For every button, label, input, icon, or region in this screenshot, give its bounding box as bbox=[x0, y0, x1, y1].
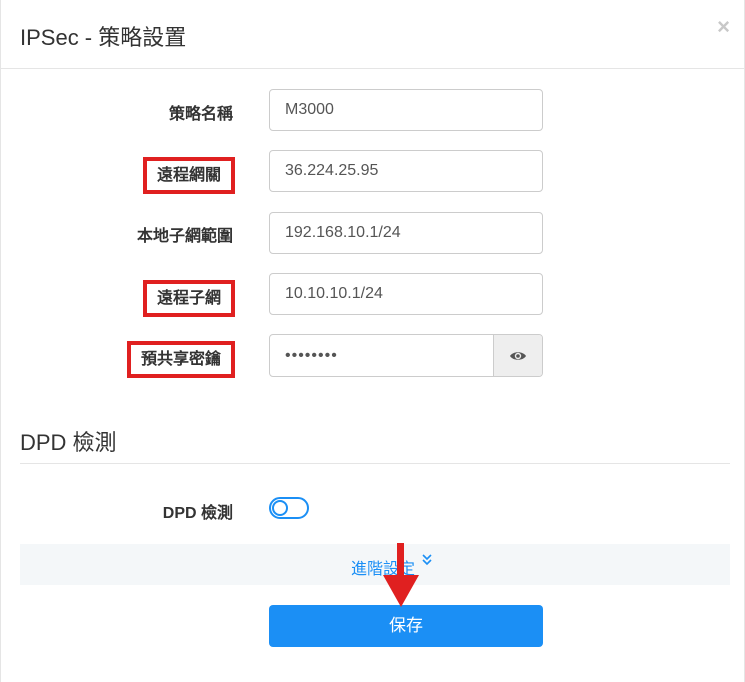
ipsec-policy-dialog: IPSec - 策略設置 × 策略名稱 M3000 遠程網關 36.224.25… bbox=[0, 0, 745, 682]
advanced-settings-bar: 進階設定 bbox=[20, 544, 730, 585]
save-button[interactable]: 保存 bbox=[269, 605, 543, 647]
policy-name-label-text: 策略名稱 bbox=[168, 106, 233, 123]
dialog-header: IPSec - 策略設置 × bbox=[1, 0, 745, 69]
annotation-arrow-icon bbox=[383, 543, 419, 607]
section-divider bbox=[20, 463, 730, 464]
dialog-title: IPSec - 策略設置 bbox=[20, 25, 187, 50]
preshared-key-input[interactable]: •••••••• bbox=[270, 335, 493, 376]
local-subnet-label: 本地子網範圍 bbox=[1, 222, 233, 246]
double-chevron-down-icon[interactable] bbox=[422, 553, 432, 570]
policy-name-label: 策略名稱 bbox=[1, 100, 233, 124]
remote-subnet-label-text: 遠程子網 bbox=[142, 280, 236, 317]
dpd-toggle-knob bbox=[272, 500, 288, 516]
dpd-label-text: DPD 檢測 bbox=[162, 505, 233, 522]
dpd-section-title: DPD 檢測 bbox=[20, 430, 117, 455]
dpd-label: DPD 檢測 bbox=[1, 499, 233, 523]
preshared-key-field: •••••••• bbox=[269, 334, 543, 377]
remote-subnet-label: 遠程子網 bbox=[1, 280, 236, 317]
local-subnet-label-text: 本地子網範圍 bbox=[136, 228, 233, 245]
preshared-key-label-text: 預共享密鑰 bbox=[126, 341, 236, 378]
local-subnet-input[interactable]: 192.168.10.1/24 bbox=[269, 212, 543, 254]
remote-subnet-input[interactable]: 10.10.10.1/24 bbox=[269, 273, 543, 315]
show-password-button[interactable] bbox=[493, 335, 542, 376]
policy-name-input[interactable]: M3000 bbox=[269, 89, 543, 131]
dpd-toggle[interactable] bbox=[269, 497, 309, 519]
eye-icon bbox=[510, 351, 526, 360]
preshared-key-label: 預共享密鑰 bbox=[1, 341, 236, 378]
remote-gateway-label-text: 遠程網關 bbox=[142, 157, 236, 194]
close-button[interactable]: × bbox=[717, 16, 730, 38]
remote-gateway-label: 遠程網關 bbox=[1, 157, 236, 194]
remote-gateway-input[interactable]: 36.224.25.95 bbox=[269, 150, 543, 192]
